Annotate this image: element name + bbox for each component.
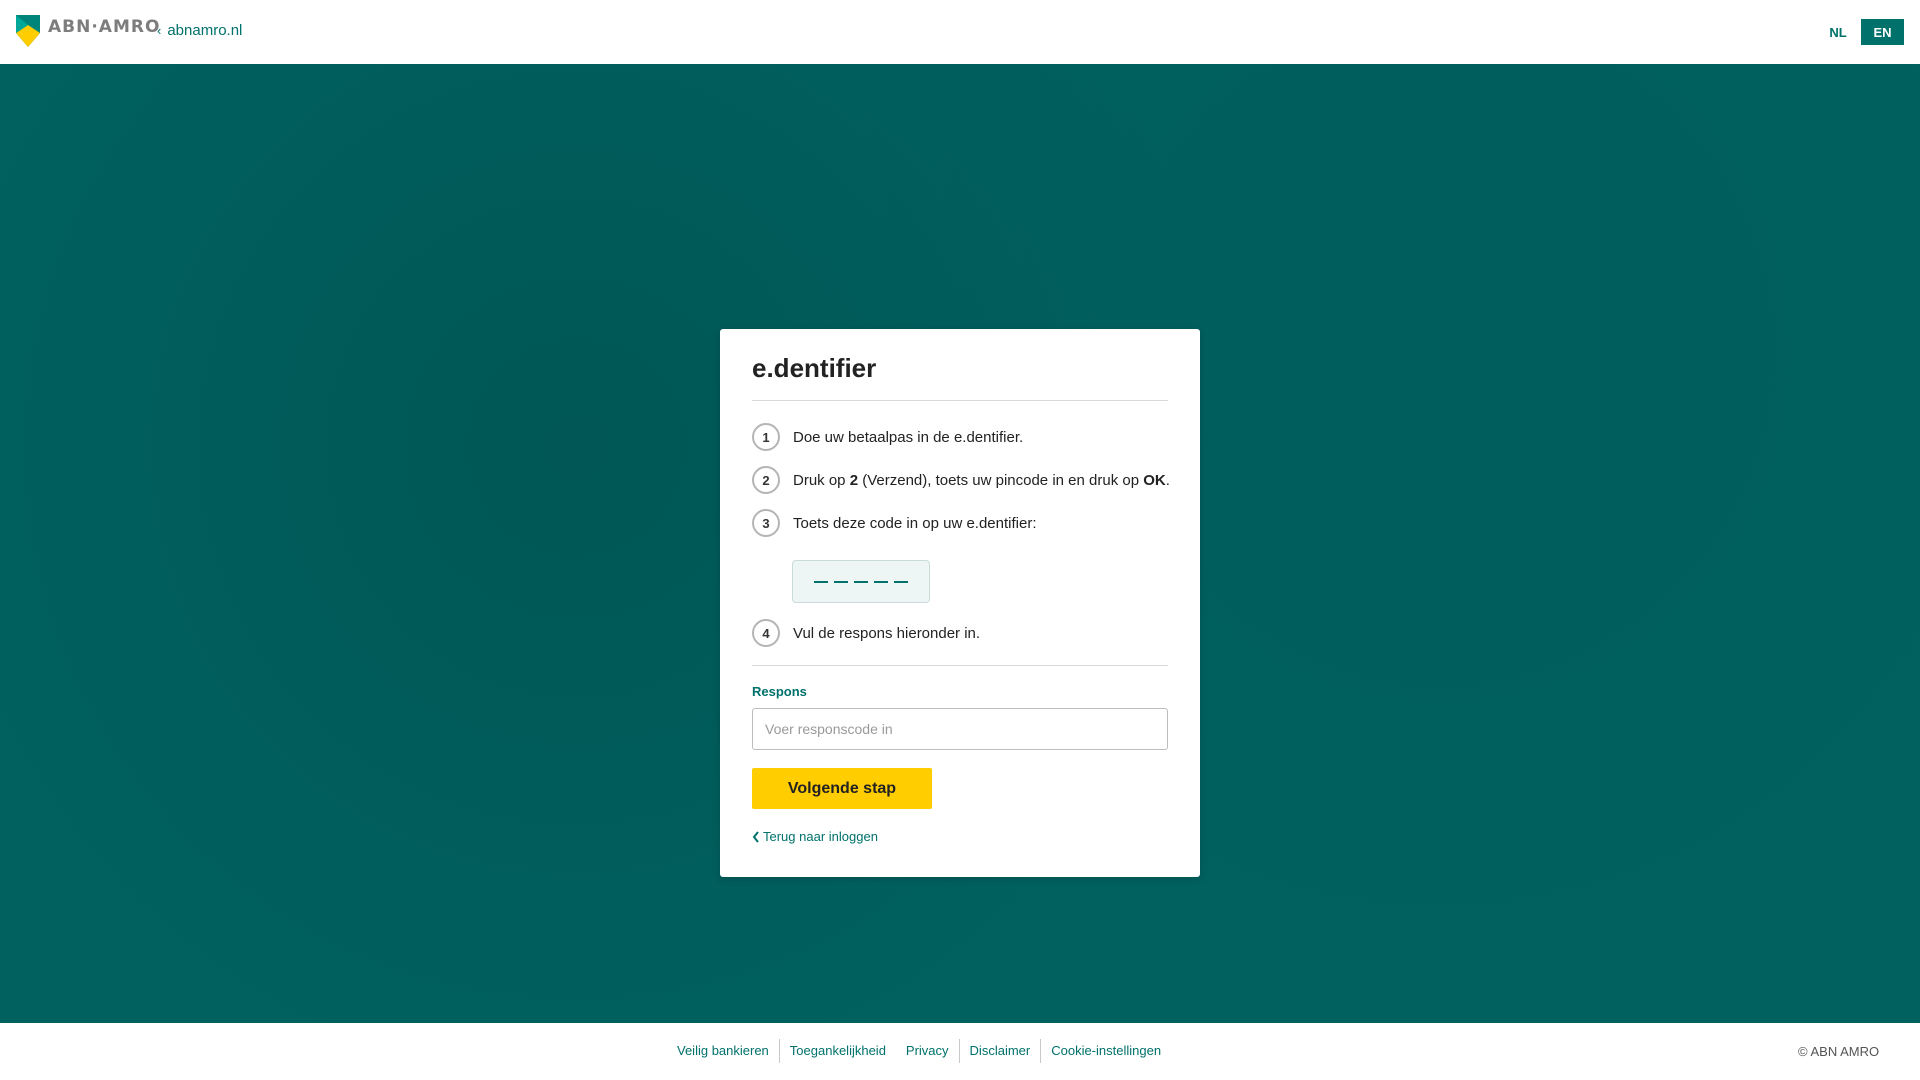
next-step-button[interactable]: Volgende stap [752,768,932,809]
step-1: 1 Doe uw betaalpas in de e.dentifier. [752,423,1023,451]
step-3: 3 Toets deze code in op uw e.dentifier: [752,509,1037,537]
back-to-login-link[interactable]: Terug naar inloggen [752,829,878,844]
footer-links: Veilig bankieren Toegankelijkheid Privac… [667,1039,1171,1063]
code-placeholder-dash [834,580,848,583]
footer-link-veilig-bankieren[interactable]: Veilig bankieren [667,1039,779,1063]
step-text: Doe uw betaalpas in de e.dentifier. [793,428,1024,446]
steps-divider [752,665,1168,666]
language-en-button[interactable]: EN [1861,19,1904,45]
logo-wordmark: ABN·AMRO [48,17,161,37]
abnamro-home-link[interactable]: ‹ abnamro.nl [157,22,242,39]
abn-amro-logo[interactable]: ABN·AMRO [16,15,160,47]
step-number: 2 [752,466,780,494]
code-placeholder-dash [814,580,828,583]
step-text: Druk op 2 (Verzend), toets uw pincode in… [793,471,1170,489]
chevron-left-icon: ‹ [157,23,162,38]
step-number: 3 [752,509,780,537]
code-placeholder-dash [894,580,908,583]
response-input[interactable] [752,708,1168,750]
footer-link-toegankelijkheid[interactable]: Toegankelijkheid [778,1039,896,1063]
abnamro-home-link-label: abnamro.nl [167,22,243,39]
step-text: Vul de respons hieronder in. [793,624,981,642]
code-placeholder-dash [854,580,868,583]
card-title: e.dentifier [752,353,877,383]
site-footer: Veilig bankieren Toegankelijkheid Privac… [0,1023,1920,1080]
response-label: Respons [752,684,807,699]
step-number: 4 [752,619,780,647]
title-divider [752,400,1168,401]
language-nl-button[interactable]: NL [1818,19,1858,45]
step-number: 1 [752,423,780,451]
site-header: ABN·AMRO ‹ abnamro.nl NL EN [0,0,1920,64]
step-4: 4 Vul de respons hieronder in. [752,619,980,647]
abn-amro-shield-icon [16,15,40,47]
footer-link-cookie-instellingen[interactable]: Cookie-instellingen [1040,1039,1171,1063]
code-placeholder-dash [874,580,888,583]
step-2: 2 Druk op 2 (Verzend), toets uw pincode … [752,466,1170,494]
copyright-text: © ABN AMRO [1798,1044,1880,1059]
footer-link-privacy[interactable]: Privacy [896,1039,959,1063]
chevron-left-icon [752,830,759,843]
footer-link-disclaimer[interactable]: Disclaimer [958,1039,1041,1063]
edentifier-card: e.dentifier 1 Doe uw betaalpas in de e.d… [720,329,1200,877]
challenge-code-box [792,560,930,603]
step-text: Toets deze code in op uw e.dentifier: [793,514,1037,532]
main-background: e.dentifier 1 Doe uw betaalpas in de e.d… [0,64,1920,1023]
back-to-login-label: Terug naar inloggen [763,829,878,844]
